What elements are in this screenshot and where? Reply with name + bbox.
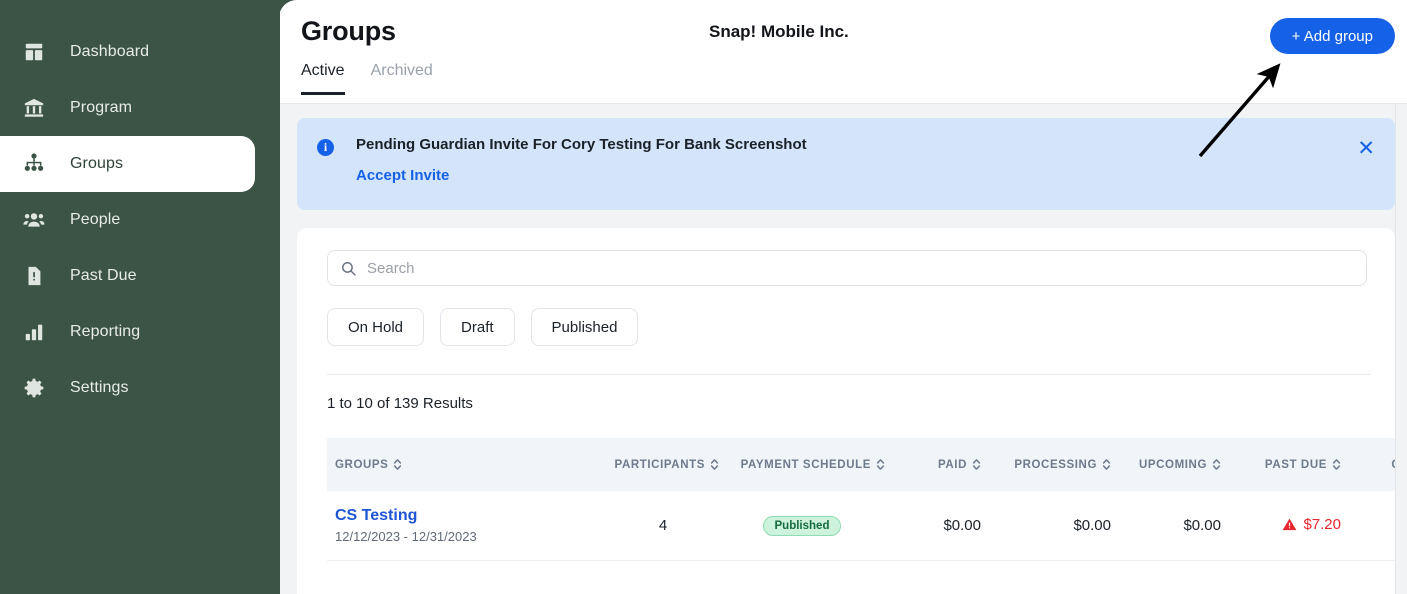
table-body: CS Testing 12/12/2023 - 12/31/2023 4 Pub… <box>327 491 1407 561</box>
column-label: UPCOMING <box>1138 458 1207 471</box>
sidebar-item-program[interactable]: Program <box>0 80 280 136</box>
sort-icon <box>972 458 981 471</box>
sidebar-item-label: Groups <box>70 155 124 172</box>
status-badge: Published <box>762 515 842 536</box>
cell-payment-schedule: Published <box>719 491 885 561</box>
past-due-value-group: $7.20 <box>1282 516 1341 533</box>
sidebar-item-label: Reporting <box>70 323 141 340</box>
add-group-button[interactable]: + Add group <box>1269 18 1395 54</box>
sidebar-item-people[interactable]: People <box>0 192 280 248</box>
sidebar: Dashboard Program Groups People Past Due… <box>0 0 280 594</box>
app-root: Dashboard Program Groups People Past Due… <box>0 0 1407 594</box>
column-header-payment-schedule[interactable]: PAYMENT SCHEDULE <box>719 438 885 491</box>
sidebar-item-label: Dashboard <box>70 43 150 60</box>
cell-group: CS Testing 12/12/2023 - 12/31/2023 <box>327 491 607 561</box>
content-area: i Pending Guardian Invite For Cory Testi… <box>279 104 1407 594</box>
search-bar[interactable] <box>327 250 1367 286</box>
sidebar-item-label: Settings <box>70 379 129 396</box>
divider <box>327 374 1371 375</box>
dashboard-icon <box>14 41 54 63</box>
cell-upcoming: $0.00 <box>1111 491 1221 561</box>
warning-triangle-icon <box>1282 517 1297 532</box>
search-icon <box>340 260 357 277</box>
people-icon <box>14 208 54 232</box>
sidebar-item-reporting[interactable]: Reporting <box>0 304 280 360</box>
group-date-range: 12/12/2023 - 12/31/2023 <box>335 529 477 544</box>
banner-title: Pending Guardian Invite For Cory Testing… <box>356 136 807 153</box>
column-label: GROUPS <box>335 458 389 471</box>
groups-table-wrapper: GROUPS PARTICIPANTS PAYMENT SCHEDULE PAI… <box>327 438 1407 561</box>
pending-invite-banner: i Pending Guardian Invite For Cory Testi… <box>297 118 1395 210</box>
groups-list-card: On Hold Draft Published 1 to 10 of 139 R… <box>297 228 1407 594</box>
filter-chip-on-hold[interactable]: On Hold <box>327 308 425 346</box>
column-header-processing[interactable]: PROCESSING <box>981 438 1111 491</box>
past-due-amount: $7.20 <box>1303 515 1341 533</box>
sidebar-item-settings[interactable]: Settings <box>0 360 280 416</box>
filter-chip-published[interactable]: Published <box>530 308 639 346</box>
sort-icon <box>1102 458 1111 471</box>
column-label: PAST DUE <box>1264 458 1327 471</box>
column-label: PAID <box>937 458 967 471</box>
accept-invite-link[interactable]: Accept Invite <box>356 167 449 184</box>
organization-name: Snap! Mobile Inc. <box>709 22 849 41</box>
page-header: Groups Snap! Mobile Inc. + Add group Act… <box>279 0 1407 104</box>
column-header-paid[interactable]: PAID <box>885 438 981 491</box>
sort-icon <box>1332 458 1341 471</box>
search-input[interactable] <box>367 259 1354 277</box>
column-label: PAYMENT SCHEDULE <box>740 458 871 471</box>
page-title: Groups <box>301 16 396 46</box>
banner-body: Pending Guardian Invite For Cory Testing… <box>334 136 807 190</box>
info-icon: i <box>317 139 334 156</box>
vertical-scrollbar[interactable] <box>1395 104 1407 594</box>
column-header-upcoming[interactable]: UPCOMING <box>1111 438 1221 491</box>
tab-active[interactable]: Active <box>301 62 345 95</box>
sort-icon <box>1212 458 1221 471</box>
main-panel: Groups Snap! Mobile Inc. + Add group Act… <box>279 0 1407 594</box>
status-filter-chips: On Hold Draft Published <box>327 308 1373 346</box>
bank-icon <box>14 97 54 119</box>
group-name-link[interactable]: CS Testing <box>335 507 607 525</box>
tab-archived[interactable]: Archived <box>371 62 433 95</box>
groups-table: GROUPS PARTICIPANTS PAYMENT SCHEDULE PAI… <box>327 438 1407 561</box>
tab-bar: Active Archived <box>301 62 433 95</box>
cell-processing: $0.00 <box>981 491 1111 561</box>
cell-paid: $0.00 <box>885 491 981 561</box>
org-chart-icon <box>14 152 54 176</box>
table-header-row: GROUPS PARTICIPANTS PAYMENT SCHEDULE PAI… <box>327 438 1407 491</box>
gear-icon <box>14 377 54 399</box>
document-alert-icon <box>14 265 54 287</box>
table-head: GROUPS PARTICIPANTS PAYMENT SCHEDULE PAI… <box>327 438 1407 491</box>
sidebar-item-groups[interactable]: Groups <box>0 136 255 192</box>
sort-icon <box>710 458 719 471</box>
cell-participants: 4 <box>607 491 719 561</box>
sidebar-item-label: Program <box>70 99 133 116</box>
filter-chip-draft[interactable]: Draft <box>440 308 515 346</box>
bar-chart-icon <box>14 321 54 343</box>
sidebar-item-label: People <box>70 211 121 228</box>
column-label: PROCESSING <box>1014 458 1097 471</box>
column-header-past-due[interactable]: PAST DUE <box>1221 438 1341 491</box>
column-header-groups[interactable]: GROUPS <box>327 438 607 491</box>
table-row[interactable]: CS Testing 12/12/2023 - 12/31/2023 4 Pub… <box>327 491 1407 561</box>
sort-icon <box>876 458 885 471</box>
sidebar-item-past-due[interactable]: Past Due <box>0 248 280 304</box>
sidebar-item-dashboard[interactable]: Dashboard <box>0 24 280 80</box>
sort-icon <box>393 458 402 471</box>
column-header-participants[interactable]: PARTICIPANTS <box>607 438 719 491</box>
sidebar-item-label: Past Due <box>70 267 137 284</box>
column-label: PARTICIPANTS <box>614 458 705 471</box>
cell-past-due: $7.20 <box>1221 491 1341 561</box>
close-icon[interactable]: ✕ <box>1357 138 1375 159</box>
results-count: 1 to 10 of 139 Results <box>327 395 473 412</box>
